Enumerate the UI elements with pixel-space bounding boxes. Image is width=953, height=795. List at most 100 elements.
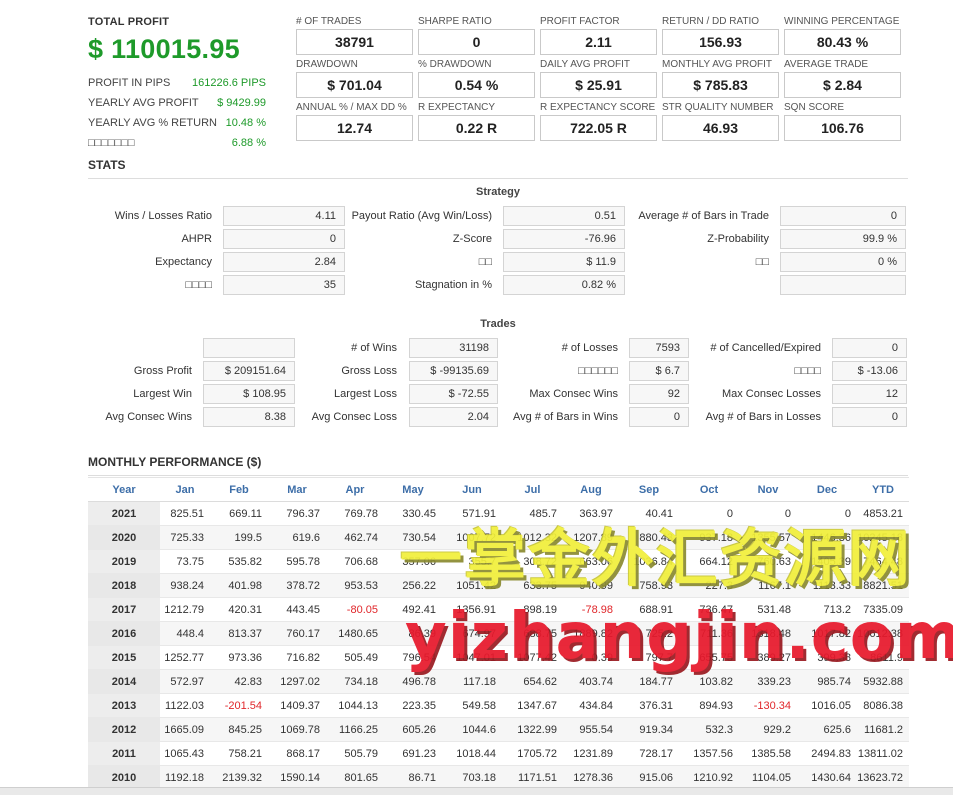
month-cell: 1212.79: [160, 597, 210, 622]
table-row: 2015 1252.77 973.36 716.82 505.49 796.54 1047.…: [88, 645, 909, 670]
column-header[interactable]: Jul: [502, 477, 563, 502]
column-header[interactable]: May: [384, 477, 442, 502]
summary-row: YEARLY AVG PROFIT $ 9429.99: [88, 97, 266, 110]
month-cell: 1480.65: [326, 621, 384, 646]
metric-label: PROFIT FACTOR: [540, 16, 620, 27]
month-cell: 728.17: [619, 741, 679, 766]
month-cell: 1016.05: [797, 693, 857, 718]
column-header[interactable]: YTD: [857, 477, 909, 502]
field-value: 2.84: [223, 252, 345, 272]
column-header[interactable]: Oct: [679, 477, 739, 502]
ytd-cell: 5932.88: [857, 669, 909, 694]
metric-label: SHARPE RATIO: [418, 16, 492, 27]
month-cell: 713.2: [797, 597, 857, 622]
metric-value: $ 25.91: [540, 72, 657, 98]
column-header[interactable]: Jun: [442, 477, 502, 502]
column-header[interactable]: Apr: [326, 477, 384, 502]
month-cell: 448.4: [160, 621, 210, 646]
month-cell: 535.82: [210, 549, 268, 574]
field-value: $ -72.55: [409, 384, 498, 404]
month-cell: 86.71: [384, 765, 442, 790]
column-header[interactable]: Year: [88, 477, 160, 502]
table-header-row: Year Jan Feb Mar Apr May Jun Jul Aug Sep Oct Nov Dec…: [88, 477, 909, 502]
field-value: -76.96: [503, 229, 625, 249]
metric-value: 2.11: [540, 29, 657, 55]
metric-r-expectancy-score: R EXPECTANCY SCORE 722.05 R: [540, 102, 662, 141]
field-value: [780, 275, 906, 295]
month-cell: 919.34: [619, 717, 679, 742]
ytd-cell: 13811.02: [857, 741, 909, 766]
field-label: Wins / Losses Ratio: [114, 210, 212, 222]
field-value: $ -13.06: [832, 361, 907, 381]
field-label: Payout Ratio (Avg Win/Loss): [351, 210, 492, 222]
field-value: 92: [629, 384, 689, 404]
month-cell: 1665.09: [160, 717, 210, 742]
month-cell: 485.7: [502, 501, 563, 526]
month-cell: 1385.58: [739, 741, 797, 766]
month-cell: 184.77: [619, 669, 679, 694]
field-value: 35: [223, 275, 345, 295]
month-cell: 825.51: [160, 501, 210, 526]
month-cell: 801.65: [326, 765, 384, 790]
month-cell: 955.54: [563, 717, 619, 742]
column-header[interactable]: Sep: [619, 477, 679, 502]
month-cell: 973.36: [210, 645, 268, 670]
month-cell: 595.78: [268, 549, 326, 574]
month-cell: 769.78: [326, 501, 384, 526]
month-cell: 1357.56: [679, 741, 739, 766]
month-cell: 734.18: [326, 669, 384, 694]
field-label: Z-Probability: [707, 233, 769, 245]
monthly-performance-title: MONTHLY PERFORMANCE ($): [88, 455, 262, 469]
field-label: # of Wins: [351, 342, 397, 354]
ytd-cell: 11681.2: [857, 717, 909, 742]
field-value: 2.04: [409, 407, 498, 427]
month-cell: 725.33: [160, 525, 210, 550]
metric-str-quality: STR QUALITY NUMBER 46.93: [662, 102, 784, 141]
column-header[interactable]: Aug: [563, 477, 619, 502]
field-label: □□□□: [185, 279, 212, 291]
month-cell: 571.91: [442, 501, 502, 526]
month-cell: 308.72: [502, 549, 563, 574]
trades-title: Trades: [480, 318, 516, 330]
field-label: □□□□: [794, 365, 821, 377]
table-row: 2019 73.75 535.82 595.78 706.68 357.06 355.7 30…: [88, 549, 909, 574]
column-header[interactable]: Jan: [160, 477, 210, 502]
year-cell: 2013: [88, 693, 160, 718]
field-label: Largest Win: [133, 388, 192, 400]
metrics-row: ANNUAL % / MAX DD % 12.74 R EXPECTANCY 0.2…: [296, 102, 906, 141]
metric-value: 12.74: [296, 115, 413, 141]
metric-value: 46.93: [662, 115, 779, 141]
month-cell: 363.97: [563, 501, 619, 526]
column-header[interactable]: Mar: [268, 477, 326, 502]
month-cell: 674.97: [442, 621, 502, 646]
metric-value: 0.54 %: [418, 72, 535, 98]
month-cell: 1044.13: [326, 693, 384, 718]
field-label: Gross Loss: [341, 365, 397, 377]
year-cell: 2017: [88, 597, 160, 622]
month-cell: 688.91: [619, 597, 679, 622]
metric-value: 106.76: [784, 115, 901, 141]
month-cell: 420.31: [210, 597, 268, 622]
month-cell: 86.39: [384, 621, 442, 646]
column-header[interactable]: Dec: [797, 477, 857, 502]
field-value: $ 11.9: [503, 252, 625, 272]
month-cell: 1705.72: [502, 741, 563, 766]
field-value: 31198: [409, 338, 498, 358]
month-cell: 797.7: [619, 645, 679, 670]
month-cell: 1069.78: [268, 717, 326, 742]
month-cell: 2494.83: [797, 741, 857, 766]
field-label: # of Losses: [561, 342, 618, 354]
metric-drawdown: DRAWDOWN $ 701.04: [296, 59, 418, 98]
field-value: 0: [223, 229, 345, 249]
field-label: Max Consec Losses: [721, 388, 821, 400]
month-cell: 549.58: [442, 693, 502, 718]
year-cell: 2012: [88, 717, 160, 742]
month-cell: 736.47: [679, 597, 739, 622]
metric-annual-maxdd: ANNUAL % / MAX DD % 12.74: [296, 102, 418, 141]
column-header[interactable]: Nov: [739, 477, 797, 502]
horizontal-scrollbar[interactable]: [0, 787, 953, 795]
month-cell: 1044.6: [442, 717, 502, 742]
table-row: 2014 572.97 42.83 1297.02 734.18 496.78 117.18…: [88, 669, 909, 694]
month-cell: 796.54: [384, 645, 442, 670]
column-header[interactable]: Feb: [210, 477, 268, 502]
